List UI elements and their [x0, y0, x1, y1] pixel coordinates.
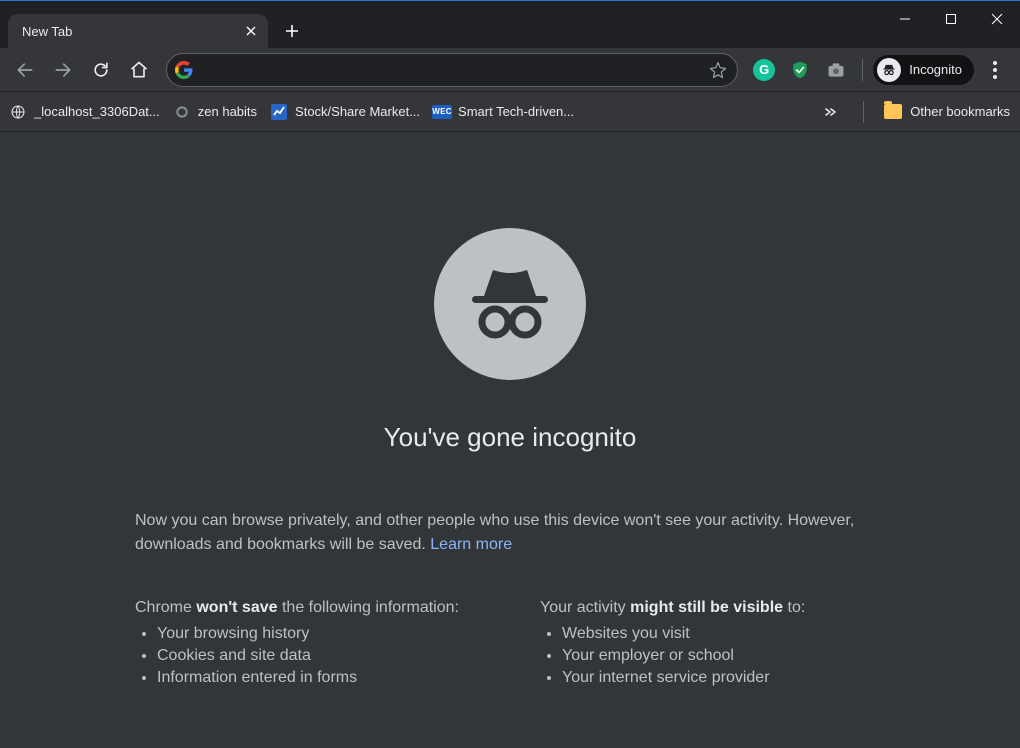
camera-icon[interactable] [822, 56, 850, 84]
list-item: Your employer or school [562, 647, 885, 665]
ring-icon [174, 104, 190, 120]
list-item: Your browsing history [157, 625, 480, 643]
bookmark-smart[interactable]: WEC Smart Tech-driven... [434, 104, 574, 120]
address-input[interactable] [201, 54, 699, 86]
window-controls [882, 1, 1020, 37]
list-item: Cookies and site data [157, 647, 480, 665]
omnibox[interactable] [166, 53, 738, 87]
separator [863, 101, 864, 123]
close-tab-icon[interactable] [242, 22, 260, 40]
folder-icon [884, 104, 902, 119]
chrome-menu-button[interactable] [978, 53, 1012, 87]
toolbar: G Incognito [0, 48, 1020, 92]
incognito-indicator[interactable]: Incognito [873, 55, 974, 85]
bookmark-label: zen habits [198, 104, 257, 119]
back-button[interactable] [8, 53, 42, 87]
bookmarks-overflow-button[interactable] [817, 107, 843, 117]
wec-icon: WEC [434, 104, 450, 120]
omnibox-container [166, 53, 738, 87]
window-maximize-button[interactable] [928, 1, 974, 37]
incognito-chip-icon [877, 58, 901, 82]
browser-tab[interactable]: New Tab [8, 14, 268, 48]
grammarly-icon[interactable]: G [750, 56, 778, 84]
home-button[interactable] [122, 53, 156, 87]
incognito-label: Incognito [909, 62, 962, 77]
wont-save-column: Chrome won't save the following informat… [135, 599, 480, 691]
tab-title: New Tab [22, 24, 234, 39]
separator [862, 59, 863, 81]
bookmarks-bar: _localhost_3306Dat... zen habits Stock/S… [0, 92, 1020, 132]
visible-to-title: Your activity might still be visible to: [540, 599, 885, 617]
bookmark-label: Smart Tech-driven... [458, 104, 574, 119]
bookmark-localhost[interactable]: _localhost_3306Dat... [10, 104, 160, 120]
bookmark-stock[interactable]: Stock/Share Market... [271, 104, 420, 120]
tab-strip: New Tab [0, 1, 1020, 48]
reload-button[interactable] [84, 53, 118, 87]
visible-to-list: Websites you visit Your employer or scho… [540, 625, 885, 687]
window-minimize-button[interactable] [882, 1, 928, 37]
wont-save-title: Chrome won't save the following informat… [135, 599, 480, 617]
new-tab-button[interactable] [278, 17, 306, 45]
other-bookmarks-label: Other bookmarks [910, 104, 1010, 119]
list-item: Information entered in forms [157, 669, 480, 687]
chart-icon [271, 104, 287, 120]
shield-icon[interactable] [786, 56, 814, 84]
forward-button[interactable] [46, 53, 80, 87]
google-icon [175, 61, 193, 79]
bookmark-star-icon[interactable] [707, 59, 729, 81]
bookmark-label: _localhost_3306Dat... [34, 104, 160, 119]
bookmark-label: Stock/Share Market... [295, 104, 420, 119]
window-close-button[interactable] [974, 1, 1020, 37]
page-content: You've gone incognito Now you can browse… [0, 133, 1020, 748]
page-headline: You've gone incognito [384, 422, 637, 453]
incognito-hero-icon [434, 228, 586, 380]
learn-more-link[interactable]: Learn more [430, 536, 512, 553]
globe-icon [10, 104, 26, 120]
bookmark-zen[interactable]: zen habits [174, 104, 257, 120]
other-bookmarks-button[interactable]: Other bookmarks [884, 104, 1010, 119]
list-item: Websites you visit [562, 625, 885, 643]
visible-to-column: Your activity might still be visible to:… [540, 599, 885, 691]
list-item: Your internet service provider [562, 669, 885, 687]
wont-save-list: Your browsing history Cookies and site d… [135, 625, 480, 687]
page-description: Now you can browse privately, and other … [135, 509, 885, 557]
